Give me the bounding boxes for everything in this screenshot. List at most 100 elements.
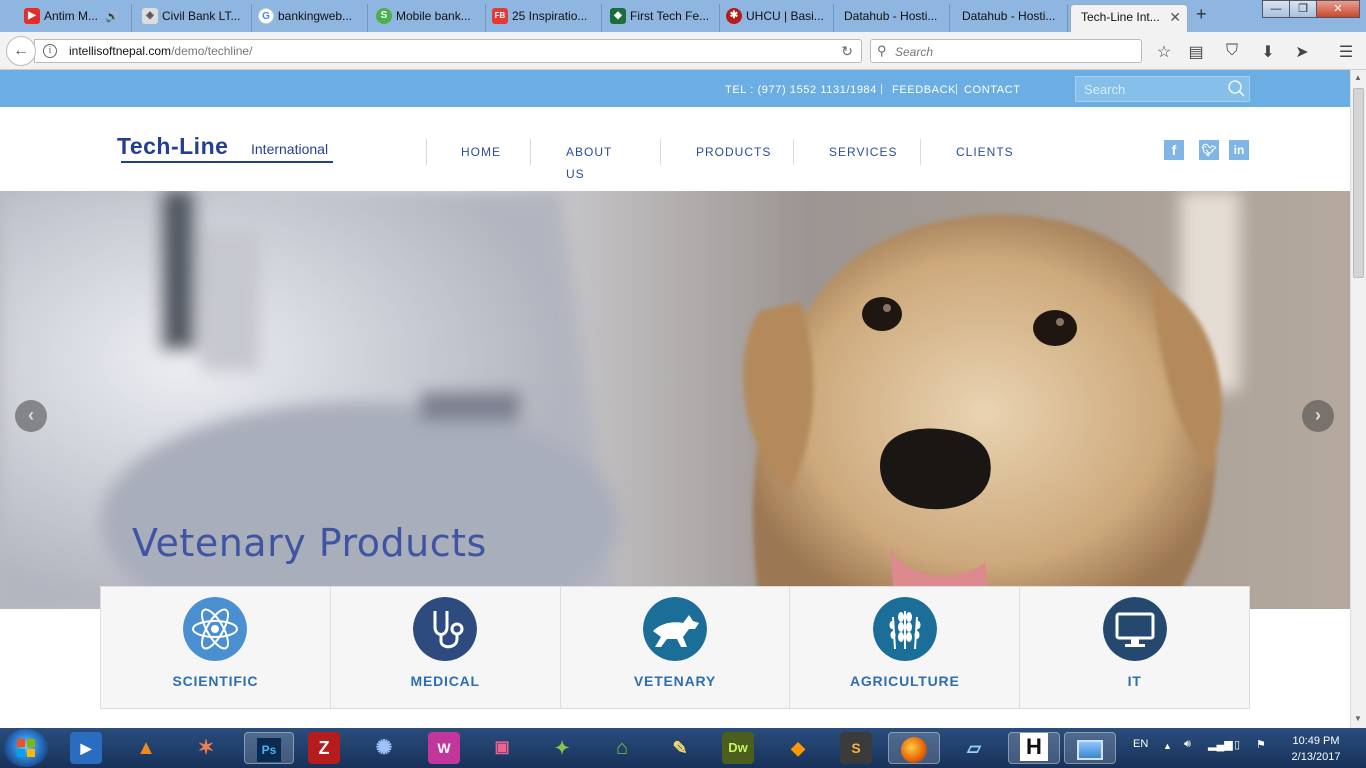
nav-divider bbox=[920, 139, 921, 165]
category-vetenary[interactable]: VETENARY bbox=[561, 587, 791, 708]
close-tab-icon[interactable]: ✕ bbox=[1169, 5, 1181, 29]
site-header: Tech-Line International HOME ABOUT US PR… bbox=[0, 107, 1350, 191]
download-icon[interactable]: ⬇ bbox=[1258, 42, 1278, 62]
site-logo[interactable]: Tech-Line International bbox=[117, 133, 335, 163]
contact-link[interactable]: CONTACT bbox=[964, 84, 1021, 96]
filezilla-icon[interactable]: Z bbox=[308, 732, 340, 764]
new-tab-icon[interactable]: + bbox=[1196, 4, 1207, 25]
nav-divider bbox=[660, 139, 661, 165]
slider-prev-icon[interactable]: ‹ bbox=[15, 400, 47, 432]
tab-techline[interactable]: Tech-Line Int... ✕ bbox=[1070, 4, 1188, 32]
back-button[interactable]: ← bbox=[6, 36, 36, 66]
network-icon[interactable]: ▂▄▆ bbox=[1208, 738, 1233, 751]
tab-inspiration[interactable]: FB 25 Inspiratio... bbox=[488, 4, 602, 32]
category-scientific[interactable]: SCIENTIFIC bbox=[101, 587, 331, 708]
tab-label: bankingweb... bbox=[278, 9, 353, 23]
send-icon[interactable]: ➤ bbox=[1292, 42, 1312, 62]
close-window-icon[interactable]: ✕ bbox=[1316, 0, 1360, 18]
facebook-icon[interactable]: f bbox=[1164, 140, 1184, 160]
dreamweaver-icon[interactable]: Dw bbox=[722, 732, 754, 764]
logo-underline bbox=[121, 161, 333, 163]
system-clock[interactable]: 10:49 PM 2/13/2017 bbox=[1286, 733, 1346, 765]
nav-clients[interactable]: CLIENTS bbox=[956, 141, 1014, 163]
tab-bankingweb[interactable]: G bankingweb... bbox=[254, 4, 368, 32]
app-star-icon[interactable]: ✶ bbox=[190, 732, 222, 764]
youtube-icon: ▶ bbox=[24, 8, 40, 24]
site-search-placeholder: Search bbox=[1084, 82, 1126, 97]
tray-expand-icon[interactable]: ▲ bbox=[1163, 741, 1172, 751]
wheat-icon bbox=[872, 597, 937, 661]
tab-datahub-1[interactable]: Datahub - Hosti... bbox=[836, 4, 950, 32]
scroll-up-icon[interactable]: ▲ bbox=[1354, 73, 1362, 82]
category-agriculture[interactable]: AGRICULTURE bbox=[790, 587, 1021, 708]
category-label: IT bbox=[1127, 673, 1142, 689]
sublime-icon[interactable]: S bbox=[840, 732, 872, 764]
page-scrollbar[interactable]: ▲ ▼ bbox=[1350, 70, 1366, 728]
volume-icon[interactable]: 🔊︎ bbox=[1184, 738, 1191, 751]
category-medical[interactable]: MEDICAL bbox=[331, 587, 561, 708]
home-icon[interactable]: ⌂ bbox=[606, 732, 638, 764]
browser-navbar: i intellisoftnepal.com/demo/techline/ ↻ … bbox=[0, 32, 1366, 70]
tab-mobile-bank[interactable]: S Mobile bank... bbox=[372, 4, 486, 32]
google-icon: G bbox=[258, 8, 274, 24]
android-studio-icon[interactable]: ✦ bbox=[546, 732, 578, 764]
notepad-icon[interactable]: ▱ bbox=[958, 732, 990, 764]
category-it[interactable]: IT bbox=[1020, 587, 1249, 708]
language-indicator[interactable]: EN bbox=[1133, 738, 1148, 750]
tab-antim[interactable]: ▶ Antim M... 🔊 bbox=[20, 4, 132, 32]
stethoscope-icon bbox=[413, 597, 478, 661]
nav-home[interactable]: HOME bbox=[461, 141, 501, 163]
tab-label: Civil Bank LT... bbox=[162, 9, 241, 23]
category-label: MEDICAL bbox=[410, 673, 480, 689]
tab-civil-bank[interactable]: ◈ Civil Bank LT... bbox=[138, 4, 252, 32]
wamp-icon[interactable]: W bbox=[428, 732, 460, 764]
tab-first-tech[interactable]: ◆ First Tech Fe... bbox=[606, 4, 720, 32]
top-info-strip: TEL : (977) 1552 1131/1984 | FEEDBACK | … bbox=[0, 70, 1350, 107]
tab-datahub-2[interactable]: Datahub - Hosti... bbox=[954, 4, 1068, 32]
tab-label: Datahub - Hosti... bbox=[844, 9, 938, 23]
reload-icon[interactable]: ↻ bbox=[841, 43, 853, 60]
scrollbar-thumb[interactable] bbox=[1353, 88, 1364, 278]
dolphin-icon[interactable]: ✺ bbox=[368, 732, 400, 764]
start-button[interactable] bbox=[4, 729, 48, 767]
slider-next-icon[interactable]: › bbox=[1302, 400, 1334, 432]
diamond-app-icon[interactable]: ◆ bbox=[782, 732, 814, 764]
search-icon[interactable] bbox=[1227, 79, 1245, 97]
tab-label: 25 Inspiratio... bbox=[512, 9, 588, 23]
h-app-icon[interactable]: H bbox=[1008, 732, 1060, 764]
url-bar[interactable]: i intellisoftnepal.com/demo/techline/ ↻ bbox=[34, 39, 862, 63]
menu-icon[interactable]: ☰ bbox=[1336, 42, 1356, 62]
bookmark-star-icon[interactable]: ☆ bbox=[1154, 42, 1174, 62]
media-player-icon[interactable]: ▶ bbox=[70, 732, 102, 764]
tab-label: UHCU | Basi... bbox=[746, 9, 824, 23]
browser-search-input[interactable]: ⚲ Search bbox=[870, 39, 1142, 63]
site-search-input[interactable]: Search bbox=[1075, 76, 1250, 102]
nav-products[interactable]: PRODUCTS bbox=[696, 141, 771, 163]
minimize-icon[interactable]: — bbox=[1262, 0, 1290, 18]
linkedin-icon[interactable]: in bbox=[1229, 140, 1249, 160]
screen-icon[interactable]: ▣ bbox=[486, 732, 518, 764]
feedback-link[interactable]: FEEDBACK bbox=[892, 84, 956, 96]
category-label: AGRICULTURE bbox=[849, 673, 960, 689]
paint-icon[interactable]: ✎ bbox=[664, 732, 696, 764]
image-viewer-icon[interactable] bbox=[1064, 732, 1116, 764]
firefox-icon[interactable] bbox=[888, 732, 940, 764]
clock-date: 2/13/2017 bbox=[1291, 751, 1341, 763]
tab-label: Tech-Line Int... bbox=[1081, 10, 1160, 24]
url-text: intellisoftnepal.com/demo/techline/ bbox=[69, 44, 253, 58]
action-center-icon[interactable]: ⚑ bbox=[1256, 738, 1266, 751]
dog-icon bbox=[642, 597, 707, 661]
maximize-icon[interactable]: ❐ bbox=[1289, 0, 1317, 18]
nav-about-us[interactable]: ABOUT US bbox=[566, 141, 612, 181]
photoshop-icon[interactable]: Ps bbox=[244, 732, 294, 764]
scroll-down-icon[interactable]: ▼ bbox=[1354, 714, 1362, 723]
battery-icon[interactable]: ▯ bbox=[1234, 738, 1240, 751]
tab-uhcu[interactable]: ✱ UHCU | Basi... bbox=[722, 4, 834, 32]
reading-list-icon[interactable]: ▤ bbox=[1186, 42, 1206, 62]
windows-logo-icon bbox=[17, 739, 35, 757]
info-icon[interactable]: i bbox=[43, 44, 57, 58]
vlc-icon[interactable]: ▲ bbox=[130, 732, 162, 764]
twitter-icon[interactable]: 🐦︎ bbox=[1199, 140, 1219, 160]
nav-services[interactable]: SERVICES bbox=[829, 141, 897, 163]
pocket-icon[interactable]: ⛉ bbox=[1222, 42, 1242, 60]
